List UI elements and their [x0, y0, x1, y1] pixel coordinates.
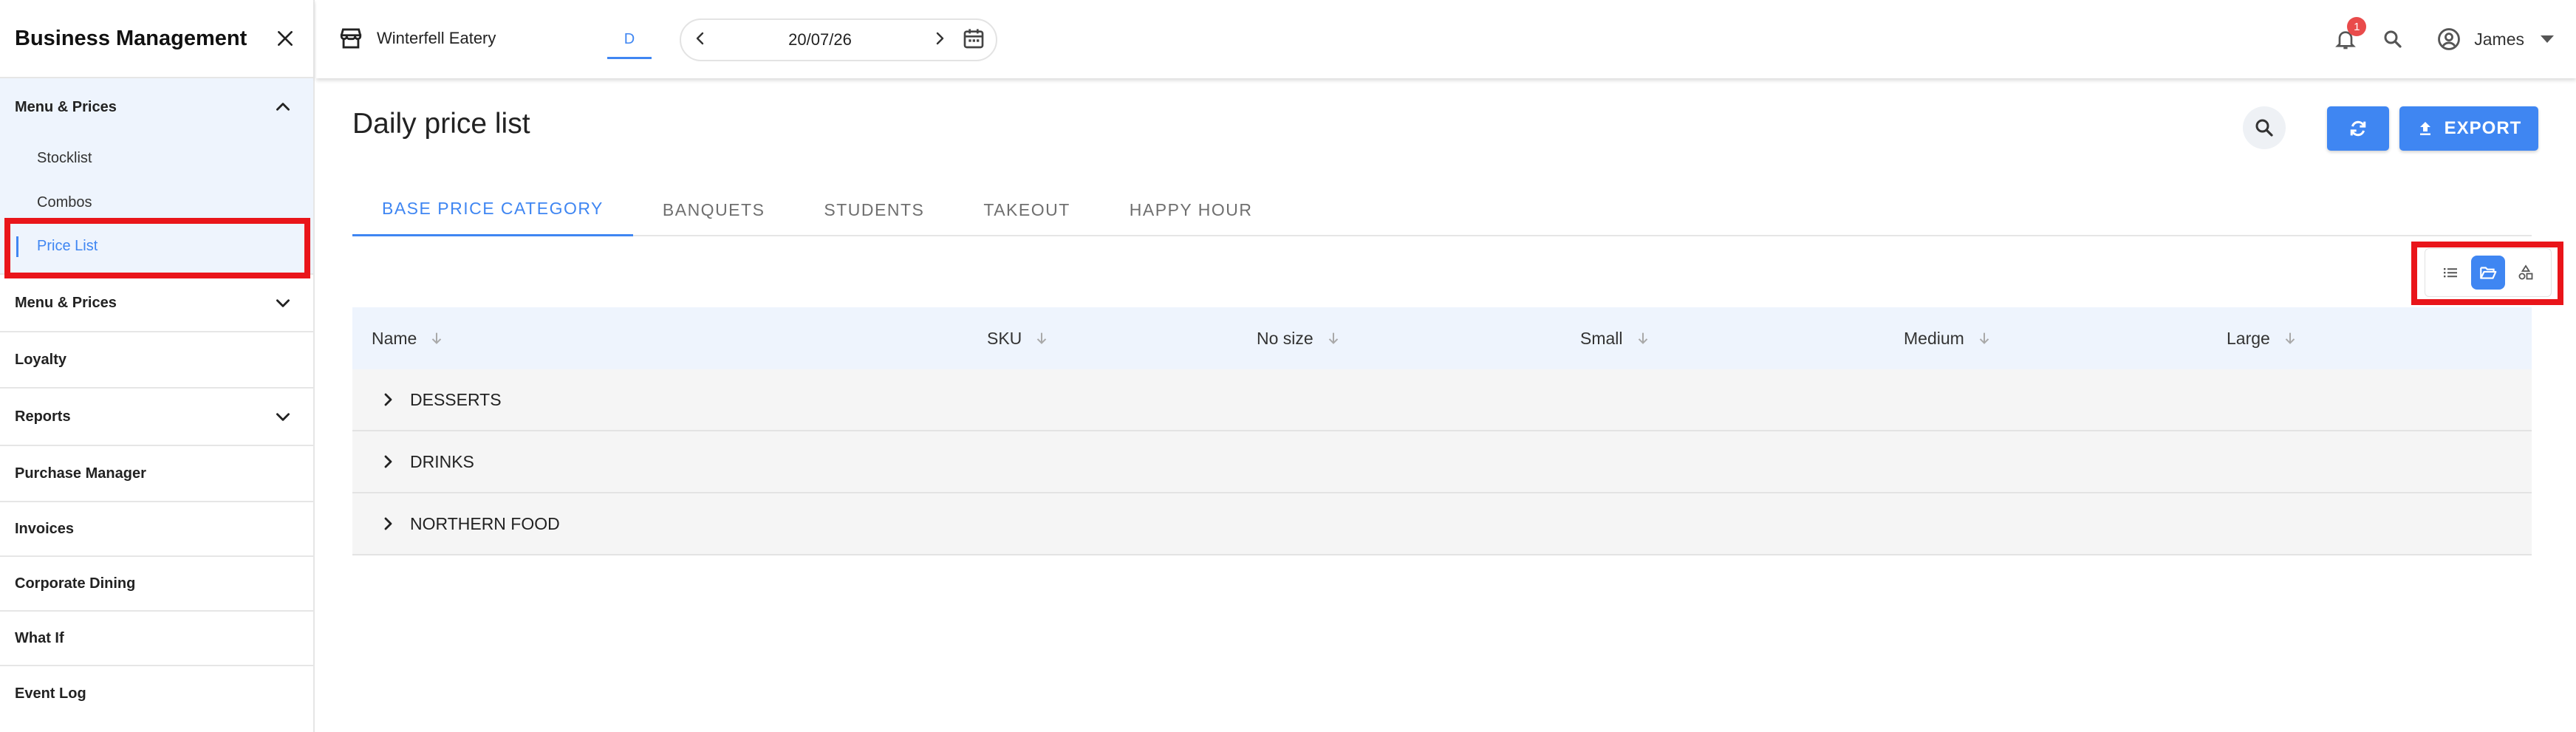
- store-icon: [340, 28, 362, 49]
- page-title: Daily price list: [352, 108, 530, 140]
- chevron-down-icon: [276, 413, 290, 421]
- sidebar: Business Management Menu & Prices Stockl…: [0, 0, 315, 732]
- sidebar-item-label: Event Log: [15, 685, 86, 702]
- column-label: Name: [372, 328, 417, 348]
- upload-icon: [2419, 122, 2430, 135]
- refresh-button[interactable]: [2327, 106, 2389, 151]
- table-row-drinks[interactable]: DRINKS: [352, 431, 2532, 493]
- export-button[interactable]: EXPORT: [2399, 106, 2538, 151]
- sidebar-item-label: Menu & Prices: [15, 98, 117, 115]
- notification-badge: 1: [2347, 17, 2367, 36]
- column-label: Large: [2227, 328, 2270, 348]
- chevron-up-icon: [276, 103, 290, 111]
- column-label: SKU: [987, 328, 1022, 348]
- arrow-down-icon: [1638, 332, 1647, 344]
- highlight-box-price-list: [4, 218, 310, 278]
- row-label: NORTHERN FOOD: [410, 513, 560, 533]
- chevron-left-icon[interactable]: [691, 30, 709, 51]
- store-selector[interactable]: Winterfell Eatery: [338, 24, 496, 53]
- account-circle-icon: [2438, 28, 2461, 50]
- calendar-icon[interactable]: [962, 27, 985, 54]
- chevron-right-icon[interactable]: [379, 453, 397, 471]
- sidebar-item-label: Invoices: [15, 520, 75, 537]
- tab-students[interactable]: STUDENTS: [794, 183, 954, 236]
- caret-down-icon[interactable]: [2541, 35, 2554, 43]
- column-label: Small: [1580, 328, 1623, 348]
- top-bar: Winterfell Eatery D 20/07/26 1 James: [316, 0, 2576, 78]
- user-name[interactable]: James: [2474, 30, 2524, 49]
- column-header-no-size[interactable]: No size: [1257, 329, 1342, 349]
- chevron-right-icon[interactable]: [379, 391, 397, 408]
- sidebar-item-stocklist[interactable]: Stocklist: [0, 136, 313, 180]
- arrow-down-icon: [1037, 332, 1047, 344]
- export-label: EXPORT: [2444, 118, 2522, 138]
- sidebar-item-label: Loyalty: [15, 351, 67, 368]
- sidebar-item-what-if[interactable]: What If: [0, 612, 313, 666]
- sidebar-item-menu-prices-2[interactable]: Menu & Prices: [0, 275, 313, 332]
- arrow-down-icon: [2285, 332, 2295, 344]
- row-label: DESSERTS: [410, 389, 502, 409]
- arrow-down-icon: [432, 332, 442, 344]
- sidebar-item-reports[interactable]: Reports: [0, 389, 313, 446]
- sidebar-item-purchase-manager[interactable]: Purchase Manager: [0, 446, 313, 502]
- sidebar-item-label: Reports: [15, 408, 71, 425]
- date-value[interactable]: 20/07/26: [788, 30, 852, 49]
- close-icon[interactable]: [270, 24, 300, 53]
- sidebar-item-label: Stocklist: [37, 149, 92, 166]
- sidebar-item-invoices[interactable]: Invoices: [0, 502, 313, 557]
- table-search-button[interactable]: [2243, 106, 2286, 149]
- avatar[interactable]: [2434, 24, 2464, 54]
- chevron-down-icon: [276, 299, 290, 307]
- price-list-table: Name SKU No size Small Medium Large DESS…: [352, 307, 2532, 555]
- arrow-down-icon: [1979, 332, 1989, 344]
- column-header-medium[interactable]: Medium: [1904, 329, 1992, 349]
- column-header-large[interactable]: Large: [2227, 329, 2298, 349]
- sidebar-item-label: Menu & Prices: [15, 294, 117, 311]
- tab-takeout[interactable]: TAKEOUT: [954, 183, 1099, 236]
- table-header: Name SKU No size Small Medium Large: [352, 307, 2532, 369]
- sidebar-header: Business Management: [0, 0, 313, 78]
- sync-icon: [2350, 120, 2366, 137]
- column-header-small[interactable]: Small: [1580, 329, 1651, 349]
- price-category-tabs: BASE PRICE CATEGORY BANQUETS STUDENTS TA…: [352, 183, 2532, 236]
- sidebar-item-label: Purchase Manager: [15, 465, 146, 482]
- sidebar-item-menu-prices[interactable]: Menu & Prices: [0, 78, 313, 136]
- sidebar-item-label: What If: [15, 629, 64, 646]
- tab-happy-hour[interactable]: HAPPY HOUR: [1100, 183, 1282, 236]
- notifications-button[interactable]: 1: [2331, 17, 2367, 54]
- sidebar-title: Business Management: [15, 26, 247, 50]
- table-row-northern-food[interactable]: NORTHERN FOOD: [352, 493, 2532, 555]
- sidebar-item-corporate-dining[interactable]: Corporate Dining: [0, 557, 313, 612]
- row-label: DRINKS: [410, 451, 474, 471]
- sidebar-item-event-log[interactable]: Event Log: [0, 666, 313, 721]
- tab-base-price-category[interactable]: BASE PRICE CATEGORY: [352, 183, 633, 236]
- highlight-box-view-toggle: [2411, 242, 2563, 305]
- search-icon: [2255, 119, 2273, 137]
- store-name: Winterfell Eatery: [377, 29, 496, 47]
- column-label: No size: [1257, 328, 1313, 348]
- date-picker: 20/07/26: [680, 18, 997, 61]
- sidebar-item-label: Combos: [37, 194, 92, 211]
- chevron-right-icon[interactable]: [931, 30, 949, 51]
- table-row-desserts[interactable]: DESSERTS: [352, 369, 2532, 431]
- view-mode-day[interactable]: D: [607, 22, 652, 59]
- top-bar-actions: 1 James: [2331, 17, 2554, 58]
- sidebar-item-loyalty[interactable]: Loyalty: [0, 332, 313, 389]
- chevron-right-icon[interactable]: [379, 515, 397, 533]
- sidebar-item-label: Corporate Dining: [15, 575, 136, 592]
- column-label: Medium: [1904, 328, 1964, 348]
- tab-banquets[interactable]: BANQUETS: [633, 183, 795, 236]
- arrow-down-icon: [1328, 332, 1338, 344]
- column-header-name[interactable]: Name: [372, 329, 445, 349]
- column-header-sku[interactable]: SKU: [987, 329, 1050, 349]
- search-icon[interactable]: [2378, 24, 2408, 54]
